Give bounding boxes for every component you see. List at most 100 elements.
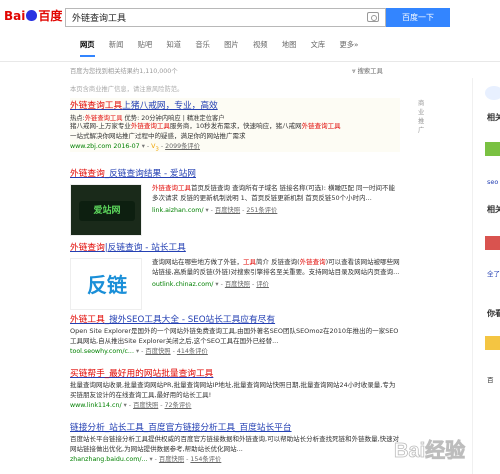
search-button[interactable]: 百度一下 xyxy=(386,8,450,27)
rating-link[interactable]: 154条评价 xyxy=(190,456,221,463)
snapshot-link[interactable]: 百度快照 xyxy=(159,456,184,463)
result-url-line: link.aizhan.com/ ▾ - 百度快照 - 251条评价 xyxy=(152,205,400,214)
rating-link[interactable]: 251条评价 xyxy=(246,207,277,214)
watermark-text: Bai经验 xyxy=(394,438,465,462)
hot-rest: 优势: 20分钟内响应 | 精准定位客户 xyxy=(122,115,225,122)
camera-icon[interactable] xyxy=(367,12,379,22)
snapshot-link[interactable]: 百度快照 xyxy=(133,402,158,409)
result-url-line: www.zbj.com 2016-07 ▾ - V3 - 2099条评价 xyxy=(70,141,400,152)
dropdown-arrow-icon[interactable]: ▾ - xyxy=(205,207,214,214)
baidu-jingyan-watermark: Bai经验 xyxy=(392,432,496,468)
tab-web[interactable]: 网页 xyxy=(80,40,95,57)
result-url[interactable]: link.aizhan.com/ xyxy=(152,207,203,214)
sidebar-thumb-icon[interactable] xyxy=(485,142,500,156)
result-count: 百度为您找到相关结果约1,110,000个 xyxy=(70,68,178,75)
result-url[interactable]: www.link114.cn/ xyxy=(70,402,122,409)
search-input[interactable] xyxy=(66,9,356,26)
result-url[interactable]: zhanzhang.baidu.com/... xyxy=(70,456,147,463)
baidu-logo[interactable]: Bai 百度 xyxy=(4,7,62,25)
result-item: 链接分析_站长工具_百度官方链接分析工具_百度站长平台 百度站长平台链接分析工具… xyxy=(70,420,400,463)
rating-link[interactable]: 414条评价 xyxy=(177,348,208,355)
result-title[interactable]: 外链查询_反链查询结果 - 爱站网 xyxy=(70,166,400,179)
v-badge-icon: V3 xyxy=(151,143,159,153)
tab-more[interactable]: 更多» xyxy=(339,40,358,50)
sidebar-link[interactable]: seo xyxy=(487,178,498,186)
result-body: 查询网站在哪些地方做了外链，工具简介 反链查询(外链查询)可以查看该网站被哪些网… xyxy=(152,258,400,288)
dropdown-arrow-icon[interactable]: ▾ - xyxy=(142,143,151,150)
result-item: 买链帮手_最好用的网站批量查询工具 批量查询网站收录,批量查询网站PR,批量查询… xyxy=(70,366,400,409)
abs-highlight: 外链查询工具 xyxy=(301,122,341,130)
result-title[interactable]: 外链工具_搜外SEO工具大全 - SEO站长工具应有尽有 xyxy=(70,312,400,325)
search-box[interactable] xyxy=(65,8,386,27)
abs-text: 简介 反链查询( xyxy=(256,258,300,266)
sidebar-link[interactable]: 全了 xyxy=(487,268,500,278)
abs-text: 查询网站在哪些地方做了外链， xyxy=(152,258,243,266)
dropdown-arrow-icon[interactable]: ▾ - xyxy=(136,348,145,355)
dropdown-arrow-icon[interactable]: ▾ - xyxy=(215,281,224,288)
sidebar-title: 你看 xyxy=(487,309,500,318)
result-abstract: 外链查询工具首页反链查询 查询所有子域名 链接名称(可选): 横瞰匹配 同一时间… xyxy=(152,184,400,203)
sidebar-text: 百 xyxy=(487,376,494,384)
rating-link[interactable]: 2099条评价 xyxy=(165,143,200,150)
result-url-line: outlink.chinaz.com/ ▾ - 百度快照 - 评价 xyxy=(152,279,400,288)
result-item: 外链查询_反链查询结果 - 爱站网 爱站网 外链查询工具首页反链查询 查询所有子… xyxy=(70,166,400,236)
tab-video[interactable]: 视频 xyxy=(253,40,268,50)
title-rest: _搜外SEO工具大全 - SEO站长工具应有尽有 xyxy=(104,315,276,325)
result-abstract: 猪八戒网-上万家专业外链查询工具服务商，10秒发布需求，快速响应，猪八戒网外链查… xyxy=(70,122,400,141)
title-rest: _反链查询结果 - 爱站网 xyxy=(104,169,196,179)
title-highlight: 外链工具 xyxy=(70,315,105,325)
title-rest: |反链查询 - 站长工具 xyxy=(104,243,186,253)
result-thumbnail[interactable]: 爱站网 xyxy=(70,184,142,236)
result-abstract: Open Site Explorer是国外的一个网站外链免费查询工具,由国外著名… xyxy=(70,327,399,345)
title-highlight: 外链查询工具 xyxy=(70,101,123,111)
tab-music[interactable]: 音乐 xyxy=(195,40,210,50)
title-highlight: 外链查询 xyxy=(70,169,105,179)
abs-highlight: 工具 xyxy=(243,258,256,266)
result-thumbnail[interactable]: 反链 xyxy=(70,258,142,310)
snapshot-link[interactable]: 百度快照 xyxy=(145,348,170,355)
result-title[interactable]: 链接分析_站长工具_百度官方链接分析工具_百度站长平台 xyxy=(70,420,400,433)
tab-map[interactable]: 地图 xyxy=(282,40,297,50)
hot-label: 热点: xyxy=(70,115,85,122)
snapshot-link[interactable]: 百度快照 xyxy=(225,281,250,288)
tab-tieba[interactable]: 贴吧 xyxy=(138,40,153,50)
aizhan-logo: 爱站网 xyxy=(79,201,135,221)
result-item: 外链查询|反链查询 - 站长工具 反链 查询网站在哪些地方做了外链，工具简介 反… xyxy=(70,240,400,310)
result-item: 外链工具_搜外SEO工具大全 - SEO站长工具应有尽有 Open Site E… xyxy=(70,312,400,355)
tab-wenku[interactable]: 文库 xyxy=(311,40,326,50)
dropdown-arrow-icon[interactable]: ▾ - xyxy=(124,402,133,409)
sidebar-avatar-icon[interactable] xyxy=(485,86,500,100)
sidebar-thumb-icon[interactable] xyxy=(485,336,500,350)
right-sidebar: 相关 seo 相关 全了 你看 百 xyxy=(472,78,500,474)
result-url[interactable]: www.zbj.com 2016-07 xyxy=(70,143,140,150)
title-highlight: 外链查询 xyxy=(70,243,105,253)
result-abstract: 查询网站在哪些地方做了外链，工具简介 反链查询(外链查询)可以查看该网站被哪些网… xyxy=(152,258,400,277)
rating-link[interactable]: 72条评价 xyxy=(165,402,192,409)
tab-images[interactable]: 图片 xyxy=(224,40,239,50)
result-url[interactable]: outlink.chinaz.com/ xyxy=(152,281,213,288)
result-ad: 外链查询工具上猪八戒网，专业，高效 热点:外链查询工具 优势: 20分钟内响应 … xyxy=(70,98,424,153)
title-rest: 链接分析_站长工具_百度官方链接分析工具_百度站长平台 xyxy=(70,423,292,433)
tab-zhidao[interactable]: 知道 xyxy=(166,40,181,50)
nav-tabs: 网页 新闻 贴吧 知道 音乐 图片 视频 地图 文库 更多» xyxy=(80,40,371,57)
result-abstract: 批量查询网站收录,批量查询网站PR,批量查询网站IP地址,批量查询网站快照日期,… xyxy=(70,381,396,399)
result-url[interactable]: tool.seowhy.com/c... xyxy=(70,348,134,355)
result-url-line: zhanzhang.baidu.com/... ▾ - 百度快照 - 154条评… xyxy=(70,454,400,463)
result-title[interactable]: 外链查询工具上猪八戒网，专业，高效 xyxy=(70,98,400,111)
tab-news[interactable]: 新闻 xyxy=(109,40,124,50)
abs-highlight: 外链查询工具 xyxy=(130,122,170,130)
result-title[interactable]: 外链查询|反链查询 - 站长工具 xyxy=(70,240,400,253)
sidebar-thumb-icon[interactable] xyxy=(485,236,500,250)
search-tools-label: 搜索工具 xyxy=(357,68,383,75)
search-tools[interactable]: ⩔ 搜索工具 xyxy=(352,66,383,76)
top-header: Bai 百度 百度一下 网页 新闻 贴吧 知道 音乐 图片 视频 地图 文库 更多… xyxy=(0,0,500,62)
abs-text: 服务商，10秒发布需求，快速响应，猪八戒网 xyxy=(169,122,302,130)
rating-link[interactable]: 评价 xyxy=(256,281,269,288)
result-url-line: tool.seowhy.com/c... ▾ - 百度快照 - 414条评价 xyxy=(70,346,400,355)
abs-text: 猪八戒网-上万家专业 xyxy=(70,122,131,130)
dropdown-arrow-icon[interactable]: ▾ - xyxy=(149,456,158,463)
snapshot-link[interactable]: 百度快照 xyxy=(215,207,240,214)
hot-keyword[interactable]: 外链查询工具 xyxy=(85,115,123,122)
title-highlight: 买链帮手_最好用的网站批量查询工具 xyxy=(70,369,214,379)
result-title[interactable]: 买链帮手_最好用的网站批量查询工具 xyxy=(70,366,400,379)
